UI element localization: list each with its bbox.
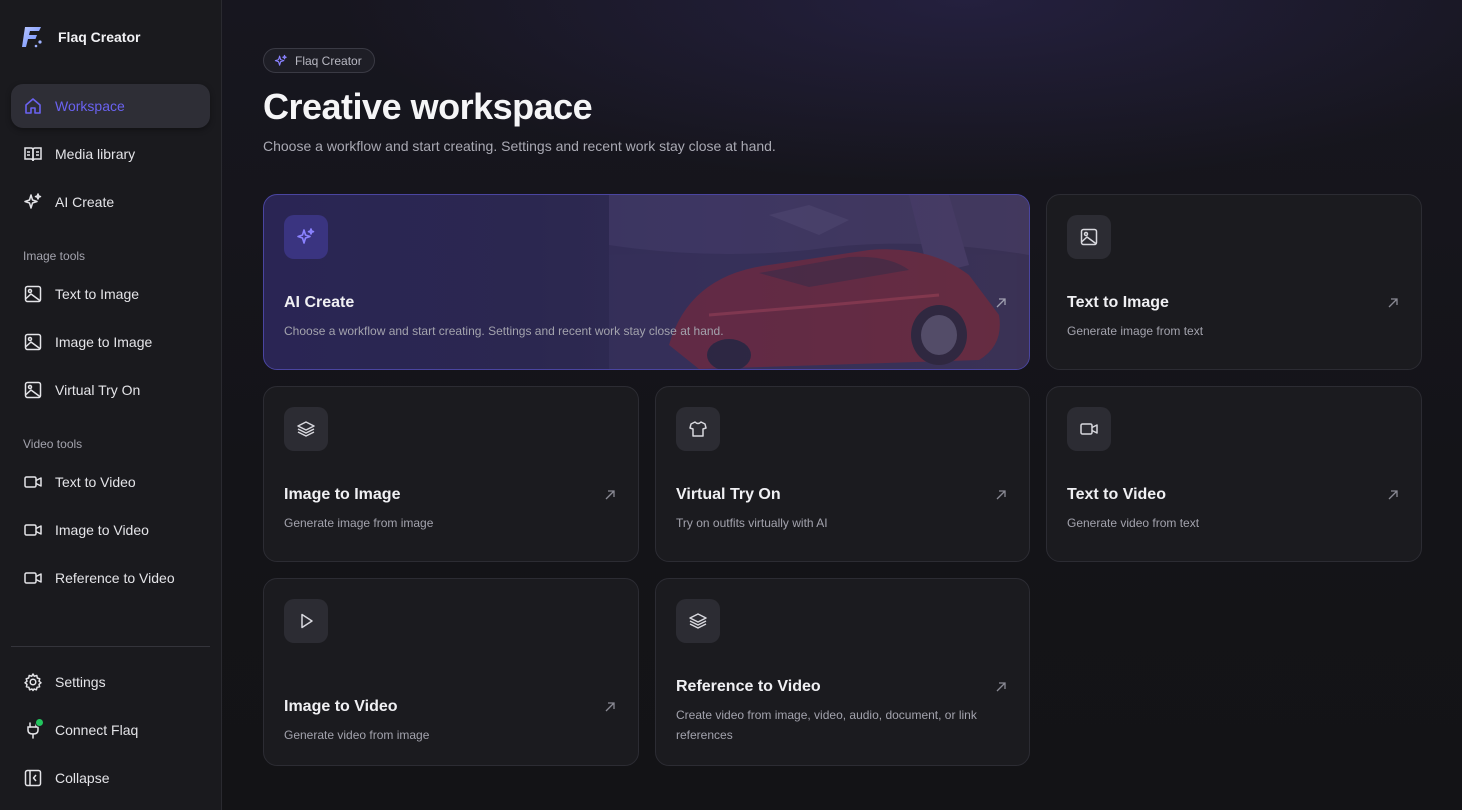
sidebar-item-label: AI Create (55, 194, 115, 210)
sparkles-icon (23, 192, 43, 212)
sidebar-item-ai-create[interactable]: AI Create (11, 180, 210, 224)
card-icon-box (676, 599, 720, 643)
card-title: Reference to Video (676, 678, 821, 695)
sidebar-item-label: Media library (55, 146, 136, 162)
card-icon-box (284, 215, 328, 259)
layers-icon (297, 421, 315, 437)
card-title: Image to Video (284, 698, 398, 715)
card-description: Create video from image, video, audio, d… (676, 708, 977, 742)
card-icon-box (284, 599, 328, 643)
gear-icon (23, 672, 43, 692)
card-description: Generate image from text (1067, 324, 1204, 338)
car-background-image (609, 195, 1029, 369)
sidebar-item-label: Text to Image (55, 286, 140, 302)
card-icon-box (1067, 215, 1111, 259)
sidebar-item-workspace[interactable]: Workspace (11, 84, 210, 128)
sidebar-item-connect-flaq[interactable]: Connect Flaq (11, 708, 210, 752)
sidebar-item-label: Reference to Video (55, 570, 175, 586)
card-icon-box (676, 407, 720, 451)
sidebar-item-label: Collapse (55, 770, 110, 786)
sidebar-item-text-to-video[interactable]: Text to Video (11, 460, 210, 504)
brand-name: Flaq Creator (58, 29, 141, 45)
shirt-icon (689, 421, 707, 437)
header-badge: Flaq Creator (263, 48, 375, 73)
card-icon-box (1067, 407, 1111, 451)
card-title: Text to Image (1067, 294, 1169, 311)
sidebar-item-collapse[interactable]: Collapse (11, 756, 210, 800)
image-icon (23, 332, 43, 352)
card-virtual-try-on[interactable]: Virtual Try On Try on outfits virtually … (655, 386, 1030, 562)
card-reference-to-video[interactable]: Reference to Video Create video from ima… (655, 578, 1030, 766)
card-description: Generate video from image (284, 728, 430, 742)
card-ai-create[interactable]: AI Create Choose a workflow and start cr… (263, 194, 1030, 370)
card-description: Generate image from image (284, 516, 434, 530)
page-title: Creative workspace (263, 86, 593, 127)
sidebar-item-label: Workspace (55, 98, 125, 114)
card-title: Image to Image (284, 486, 401, 503)
video-icon (23, 568, 43, 588)
card-title: Virtual Try On (676, 486, 781, 503)
sidebar-item-reference-to-video[interactable]: Reference to Video (11, 556, 210, 600)
arrow-up-right-icon (996, 682, 1006, 692)
sidebar-item-label: Connect Flaq (55, 722, 139, 738)
home-icon (23, 96, 43, 116)
arrow-up-right-icon (1388, 490, 1398, 500)
card-image-to-video[interactable]: Image to Video Generate video from image (263, 578, 639, 766)
arrow-up-right-icon (605, 702, 615, 712)
image-icon (23, 380, 43, 400)
video-icon (1080, 423, 1098, 435)
card-title: Text to Video (1067, 486, 1166, 503)
page-subtitle: Choose a workflow and start creating. Se… (263, 138, 776, 154)
book-icon (23, 144, 43, 164)
card-title: AI Create (284, 294, 355, 311)
sidebar-item-label: Settings (55, 674, 106, 690)
sidebar: Flaq Creator Workspace Media library AI … (0, 0, 222, 810)
sparkles-icon (274, 54, 287, 66)
connection-status-dot (35, 718, 44, 727)
image-icon (23, 284, 43, 304)
card-description: Try on outfits virtually with AI (676, 516, 828, 530)
sidebar-item-label: Image to Image (55, 334, 153, 350)
card-icon-box (284, 407, 328, 451)
video-icon (23, 472, 43, 492)
sidebar-item-label: Image to Video (55, 522, 149, 538)
arrow-up-right-icon (996, 298, 1006, 308)
video-icon (23, 520, 43, 540)
card-text-to-video[interactable]: Text to Video Generate video from text (1046, 386, 1422, 562)
sidebar-item-label: Virtual Try On (55, 382, 141, 398)
arrow-up-right-icon (1388, 298, 1398, 308)
sidebar-item-virtual-try-on[interactable]: Virtual Try On (11, 368, 210, 412)
layers-icon (689, 613, 707, 629)
flaq-logo-icon (22, 27, 42, 48)
main-content: Flaq Creator Creative workspace Choose a… (222, 0, 1462, 810)
sparkles-icon (297, 228, 315, 244)
section-label-image-tools: Image tools (23, 249, 86, 263)
header-badge-label: Flaq Creator (295, 53, 362, 68)
sidebar-divider (11, 646, 210, 647)
arrow-up-right-icon (996, 490, 1006, 500)
sidebar-item-media-library[interactable]: Media library (11, 132, 210, 176)
brand[interactable]: Flaq Creator (20, 24, 140, 50)
collapse-icon (23, 768, 43, 788)
sidebar-item-text-to-image[interactable]: Text to Image (11, 272, 210, 316)
card-description: Generate video from text (1067, 516, 1200, 530)
sidebar-item-image-to-video[interactable]: Image to Video (11, 508, 210, 552)
image-icon (1080, 228, 1098, 246)
play-icon (301, 613, 313, 629)
card-text-to-image[interactable]: Text to Image Generate image from text (1046, 194, 1422, 370)
sidebar-item-image-to-image[interactable]: Image to Image (11, 320, 210, 364)
sidebar-item-settings[interactable]: Settings (11, 660, 210, 704)
sidebar-item-label: Text to Video (55, 474, 136, 490)
arrow-up-right-icon (605, 490, 615, 500)
card-image-to-image[interactable]: Image to Image Generate image from image (263, 386, 639, 562)
card-description: Choose a workflow and start creating. Se… (284, 324, 724, 338)
section-label-video-tools: Video tools (23, 437, 83, 451)
